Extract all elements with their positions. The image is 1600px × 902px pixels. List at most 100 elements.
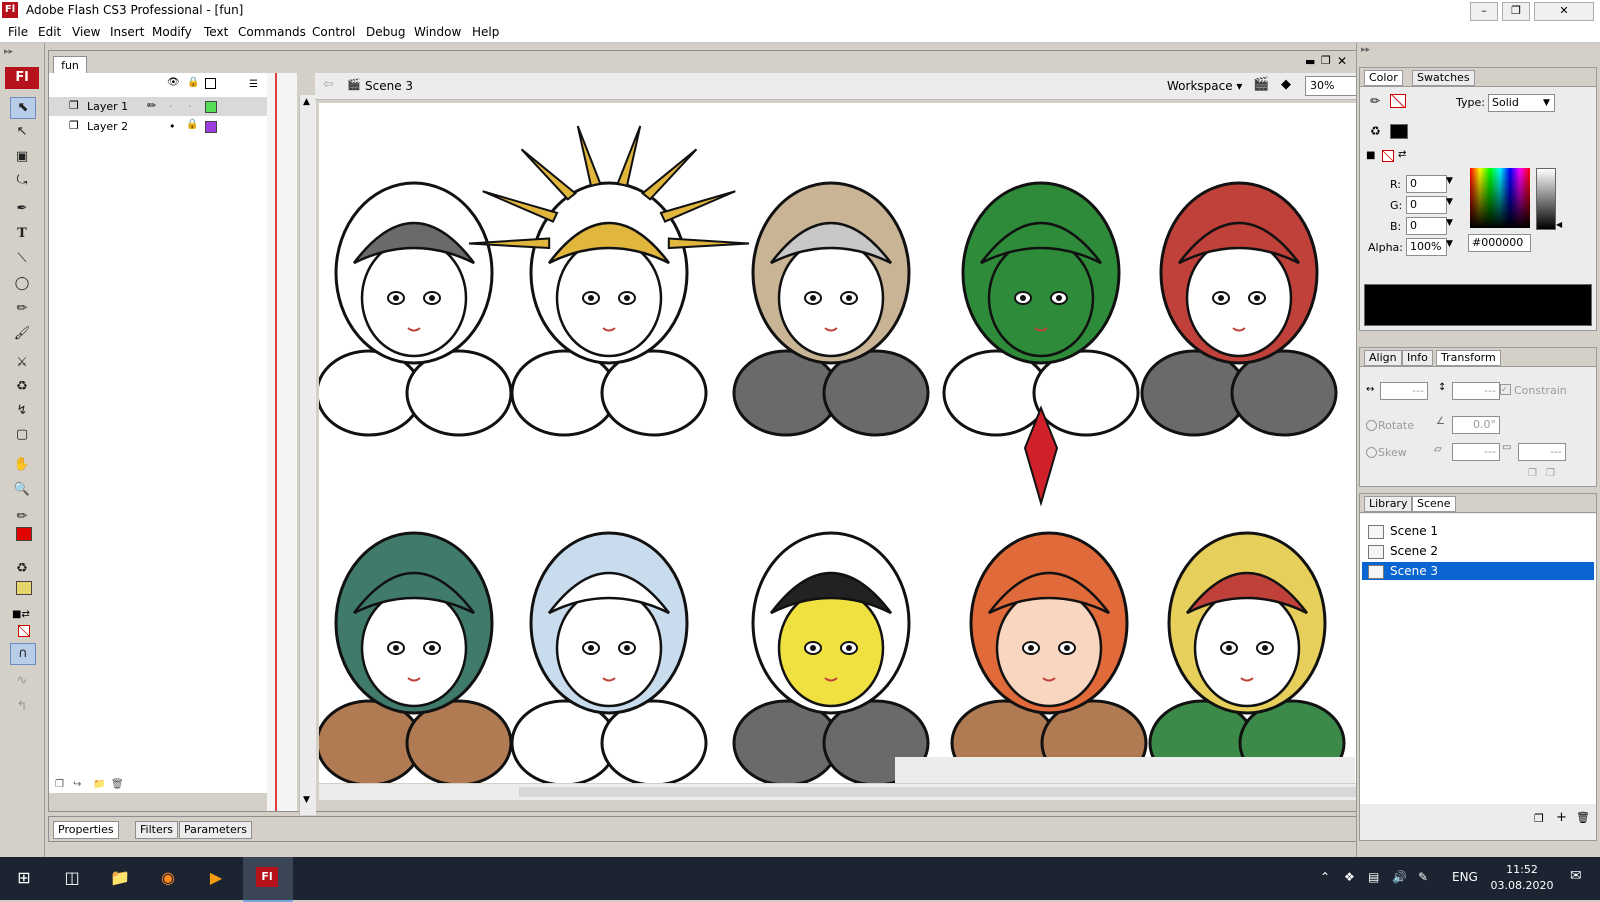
network-icon[interactable]: ▤: [1368, 870, 1379, 884]
edit-symbols-icon[interactable]: ◆: [1281, 77, 1291, 92]
menu-window[interactable]: Window: [414, 25, 461, 39]
hand-tool-icon[interactable]: ✋: [10, 455, 34, 475]
zoom-tool-icon[interactable]: 🔍: [10, 480, 34, 500]
outline-icon[interactable]: [205, 78, 216, 89]
r-input[interactable]: 0: [1406, 175, 1447, 193]
media-player-icon[interactable]: ▶: [202, 865, 230, 891]
menu-modify[interactable]: Modify: [152, 25, 192, 39]
color-spectrum[interactable]: [1470, 168, 1530, 228]
paint-bucket-tool-icon[interactable]: ♻: [10, 377, 34, 397]
default-colors-icon[interactable]: ■: [1366, 150, 1375, 161]
document-tab[interactable]: fun: [53, 56, 87, 74]
firefox-icon[interactable]: ◉: [154, 865, 182, 891]
task-view-icon[interactable]: ◫: [58, 865, 86, 891]
fill-color-chip[interactable]: [1390, 124, 1408, 139]
dropbox-icon[interactable]: ❖: [1344, 870, 1355, 884]
doc-close-icon[interactable]: ✕: [1337, 54, 1347, 68]
tab-library[interactable]: Library: [1364, 496, 1413, 512]
layer-locked-icon[interactable]: 🔒: [186, 119, 198, 130]
type-select[interactable]: Solid ▼: [1488, 94, 1555, 112]
g-input[interactable]: 0: [1406, 196, 1447, 214]
line-tool-icon[interactable]: ⟍: [10, 249, 34, 269]
skew-v-input[interactable]: ---: [1518, 443, 1566, 461]
clock-date[interactable]: 03.08.2020: [1490, 879, 1554, 892]
horizontal-scrollbar[interactable]: [319, 784, 1373, 800]
close-button[interactable]: ✕: [1534, 2, 1594, 21]
copy-transform-icon[interactable]: ❐: [1528, 468, 1537, 479]
workspace-menu[interactable]: Workspace ▾: [1167, 79, 1242, 93]
menu-file[interactable]: File: [8, 25, 28, 39]
chevron-down-icon[interactable]: ▼: [1446, 197, 1453, 207]
oval-tool-icon[interactable]: ◯: [10, 274, 34, 294]
fill-color-icon[interactable]: [16, 581, 32, 595]
brightness-slider[interactable]: [1536, 168, 1556, 230]
duplicate-scene-icon[interactable]: ❐: [1534, 812, 1544, 825]
add-scene-icon[interactable]: +: [1556, 810, 1567, 825]
scene-item[interactable]: Scene 2: [1362, 542, 1594, 560]
brush-tool-icon[interactable]: 🖌: [10, 324, 34, 344]
chevron-down-icon[interactable]: ▼: [1446, 218, 1453, 228]
panel-collapse-icon[interactable]: ▸▸: [1361, 45, 1370, 55]
no-color-icon[interactable]: [1382, 150, 1394, 162]
delete-scene-icon[interactable]: 🗑: [1576, 811, 1590, 824]
eye-icon[interactable]: 👁: [167, 77, 180, 88]
alpha-input[interactable]: 100%: [1406, 238, 1447, 256]
reset-transform-icon[interactable]: ❐: [1546, 468, 1555, 479]
scene-item-selected[interactable]: Scene 3: [1362, 562, 1594, 580]
rotate-radio[interactable]: [1366, 420, 1377, 431]
skew-radio[interactable]: [1366, 447, 1377, 458]
tab-swatches[interactable]: Swatches: [1412, 70, 1475, 86]
windows-start-icon[interactable]: ⊞: [10, 865, 38, 891]
slider-arrow-icon[interactable]: ◀: [1556, 220, 1562, 229]
height-scale-input[interactable]: ---: [1452, 382, 1500, 400]
minimize-button[interactable]: –: [1470, 2, 1498, 21]
menu-commands[interactable]: Commands: [238, 25, 306, 39]
frames-strip[interactable]: [267, 73, 297, 811]
delete-layer-icon[interactable]: 🗑: [111, 779, 124, 790]
b-input[interactable]: 0: [1406, 217, 1447, 235]
language-indicator[interactable]: ENG: [1452, 870, 1478, 884]
tab-info[interactable]: Info: [1402, 350, 1433, 366]
file-explorer-icon[interactable]: 📁: [106, 865, 134, 891]
free-transform-tool-icon[interactable]: ▣: [10, 147, 34, 167]
menu-control[interactable]: Control: [312, 25, 355, 39]
doc-restore-icon[interactable]: ❐: [1321, 54, 1331, 67]
panel-collapse-icon[interactable]: ▸▸: [4, 47, 13, 57]
edit-scene-icon[interactable]: 🎬: [1253, 77, 1269, 92]
lasso-tool-icon[interactable]: ⤿: [10, 171, 34, 191]
no-color-icon[interactable]: [18, 625, 30, 637]
hex-input[interactable]: #000000: [1468, 234, 1531, 252]
add-motion-guide-icon[interactable]: ↪: [73, 779, 81, 790]
no-stroke-icon[interactable]: [1390, 94, 1406, 108]
back-arrow-icon[interactable]: ⇦: [323, 77, 334, 92]
doc-minimize-icon[interactable]: ▬: [1305, 55, 1315, 68]
tray-chevron-icon[interactable]: ⌃: [1320, 870, 1330, 884]
menu-help[interactable]: Help: [472, 25, 499, 39]
layer-row-2[interactable]: ❐ Layer 2 • 🔒: [49, 117, 267, 136]
scroll-up-icon[interactable]: ▲: [303, 97, 310, 107]
chevron-down-icon[interactable]: ▼: [1446, 239, 1453, 249]
stroke-pencil-icon[interactable]: ✏: [1370, 94, 1380, 108]
smooth-icon[interactable]: ∿: [10, 671, 34, 691]
tab-properties[interactable]: Properties: [53, 821, 119, 839]
tab-parameters[interactable]: Parameters: [179, 821, 252, 839]
scroll-down-icon[interactable]: ▼: [303, 795, 310, 805]
skew-h-input[interactable]: ---: [1452, 443, 1500, 461]
subselection-tool-icon[interactable]: ↖: [10, 122, 34, 142]
layer-row-1[interactable]: ❐ Layer 1 ✏ · ·: [49, 97, 267, 116]
clock-time[interactable]: 11:52: [1490, 863, 1554, 876]
fill-bucket-icon[interactable]: ♻: [1370, 124, 1381, 138]
tab-color[interactable]: Color: [1364, 70, 1403, 86]
constrain-checkbox[interactable]: ✓: [1500, 384, 1511, 395]
width-scale-input[interactable]: ---: [1380, 382, 1428, 400]
pen-tool-icon[interactable]: ✒: [10, 199, 34, 219]
scene-item[interactable]: Scene 1: [1362, 522, 1594, 540]
rotate-input[interactable]: 0.0°: [1452, 416, 1500, 434]
ink-bottle-tool-icon[interactable]: ⚔: [10, 353, 34, 373]
swap-colors-icon[interactable]: ⇄: [1398, 149, 1406, 160]
volume-icon[interactable]: 🔊: [1392, 870, 1407, 884]
restore-button[interactable]: ❐: [1502, 2, 1530, 21]
straighten-icon[interactable]: ↰: [10, 697, 34, 717]
notifications-icon[interactable]: ✉: [1570, 868, 1582, 884]
tab-scene[interactable]: Scene: [1412, 496, 1456, 512]
